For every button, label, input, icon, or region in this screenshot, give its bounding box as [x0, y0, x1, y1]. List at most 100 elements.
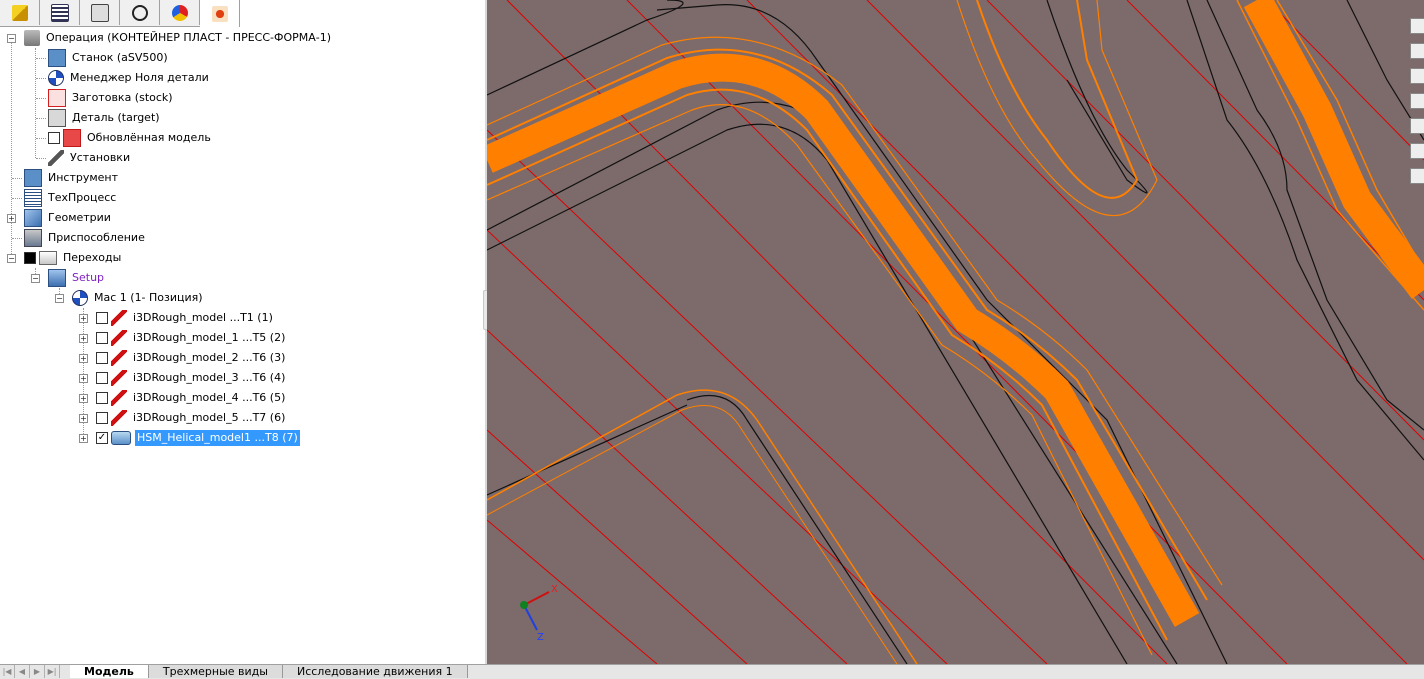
tab-motion-study[interactable]: Исследование движения 1 [282, 665, 468, 678]
view-palette-icon[interactable] [1410, 93, 1424, 109]
tab-3d-views[interactable]: Трехмерные виды [148, 665, 283, 678]
tree-item-op-7[interactable]: ✓ HSM_Helical_model1 ...T8 (7) [96, 429, 300, 447]
tree-item-op-6[interactable]: i3DRough_model_5 ...T7 (6) [96, 409, 287, 427]
expand-toggle[interactable]: + [79, 434, 88, 443]
expand-toggle[interactable]: + [79, 414, 88, 423]
tree-item-stock[interactable]: Заготовка (stock) [48, 89, 175, 107]
tree-item-operation[interactable]: Операция (КОНТЕЙНЕР ПЛАСТ - ПРЕСС-ФОРМА-… [24, 29, 333, 47]
tab-display-manager[interactable] [160, 0, 200, 25]
expand-toggle[interactable]: − [31, 274, 40, 283]
prev-tab-icon[interactable]: ◀ [15, 665, 30, 678]
graphics-viewport[interactable]: X Z [487, 0, 1424, 664]
expand-toggle[interactable]: + [79, 354, 88, 363]
toolpath [487, 0, 1424, 664]
tree-item-tool[interactable]: Инструмент [24, 169, 120, 187]
setup-icon [48, 269, 66, 287]
part-cube-icon[interactable] [1410, 43, 1424, 59]
tree-label: Заготовка (stock) [72, 91, 173, 104]
operation-tree: − Операция (КОНТЕЙНЕР ПЛАСТ - ПРЕСС-ФОРМ… [0, 28, 485, 658]
tree-label: i3DRough_model_3 ...T6 (4) [133, 371, 286, 384]
tree-label: i3DRough_model ...T1 (1) [133, 311, 273, 324]
crosshair-icon [131, 4, 148, 21]
expand-toggle[interactable]: − [7, 254, 16, 263]
op-checkbox[interactable] [96, 352, 108, 364]
tab-spacer [60, 665, 70, 679]
tree-item-target[interactable]: Деталь (target) [48, 109, 162, 127]
tab-model[interactable]: Модель [70, 665, 149, 678]
tree-label: i3DRough_model_5 ...T7 (6) [133, 411, 286, 424]
forum-chat-icon[interactable] [1410, 168, 1424, 184]
property-list-icon [50, 3, 69, 22]
custom-properties-icon[interactable] [1410, 143, 1424, 159]
tree-item-fixture[interactable]: Приспособление [24, 229, 147, 247]
tree-item-op-2[interactable]: i3DRough_model_1 ...T5 (2) [96, 329, 287, 347]
tab-dimxpert[interactable] [120, 0, 160, 25]
fixture-icon [24, 229, 42, 247]
tree-item-op-4[interactable]: i3DRough_model_3 ...T6 (4) [96, 369, 287, 387]
task-pane-toolbar [1410, 0, 1424, 184]
axis-triad: X Z [520, 584, 558, 643]
tab-cam-manager[interactable] [200, 0, 240, 27]
tool-icon [24, 169, 42, 187]
expand-toggle[interactable]: + [7, 214, 16, 223]
target-part-icon [48, 109, 66, 127]
tree-item-updated-model[interactable]: Обновлённая модель [48, 129, 213, 147]
operation-icon [24, 30, 40, 46]
rough-toolpath-icon [111, 330, 127, 346]
tree-item-techprocess[interactable]: ТехПроцесс [24, 189, 118, 207]
op-checkbox[interactable] [96, 312, 108, 324]
axis-z-label: Z [537, 632, 544, 643]
expand-toggle[interactable]: − [7, 34, 16, 43]
tree-label: HSM_Helical_model1 ...T8 (7) [135, 430, 300, 446]
last-tab-icon[interactable]: ▶| [45, 665, 60, 678]
tree-label: Менеджер Ноля детали [70, 71, 209, 84]
appearance-sphere-icon [171, 4, 188, 21]
expand-toggle[interactable]: + [79, 314, 88, 323]
tree-label: i3DRough_model_4 ...T6 (5) [133, 391, 286, 404]
tree-label: i3DRough_model_2 ...T6 (3) [133, 351, 286, 364]
tree-label: Деталь (target) [72, 111, 160, 124]
op-checkbox[interactable] [96, 412, 108, 424]
visibility-checkbox[interactable] [48, 132, 60, 144]
axis-x-label: X [551, 584, 558, 595]
tree-item-geometries[interactable]: Геометрии [24, 209, 113, 227]
op-checkbox[interactable] [96, 392, 108, 404]
expand-toggle[interactable]: − [55, 294, 64, 303]
op-checkbox-checked[interactable]: ✓ [96, 432, 108, 444]
folder-open-icon [39, 251, 57, 265]
design-library-icon[interactable] [1410, 18, 1424, 34]
tree-label: Операция (КОНТЕЙНЕР ПЛАСТ - ПРЕСС-ФОРМА-… [46, 31, 332, 44]
tree-item-setup[interactable]: Setup [48, 269, 106, 287]
tree-label: Setup [72, 271, 105, 284]
tab-feature-manager[interactable] [0, 0, 40, 25]
tree-item-setups[interactable]: Установки [48, 149, 132, 167]
rough-toolpath-icon [111, 410, 127, 426]
tree-label: ТехПроцесс [48, 191, 117, 204]
tree-label: Mac 1 (1- Позиция) [94, 291, 203, 304]
helical-toolpath-icon [111, 431, 131, 445]
tree-item-transitions[interactable]: Переходы [24, 249, 123, 267]
tree-item-op-3[interactable]: i3DRough_model_2 ...T6 (3) [96, 349, 287, 367]
tab-property-manager[interactable] [40, 0, 80, 25]
tree-label: Инструмент [48, 171, 119, 184]
op-checkbox[interactable] [96, 372, 108, 384]
next-tab-icon[interactable]: ▶ [30, 665, 45, 678]
tree-item-mac1[interactable]: Mac 1 (1- Позиция) [72, 289, 205, 307]
expand-toggle[interactable]: + [79, 334, 88, 343]
tree-item-machine[interactable]: Станок (aSV500) [48, 49, 170, 67]
tree-label: Геометрии [48, 211, 111, 224]
machine-icon [48, 49, 66, 67]
folder-icon[interactable] [1410, 68, 1424, 84]
wrench-icon [48, 150, 64, 166]
tree-label: Переходы [63, 251, 122, 264]
tree-item-part-zero[interactable]: Менеджер Ноля детали [48, 69, 211, 87]
expand-toggle[interactable]: + [79, 394, 88, 403]
op-checkbox[interactable] [96, 332, 108, 344]
tree-item-op-1[interactable]: i3DRough_model ...T1 (1) [96, 309, 275, 327]
tab-configuration-manager[interactable] [80, 0, 120, 25]
appearance-sphere-icon[interactable] [1410, 118, 1424, 134]
rough-toolpath-icon [111, 350, 127, 366]
first-tab-icon[interactable]: |◀ [0, 665, 15, 678]
tree-item-op-5[interactable]: i3DRough_model_4 ...T6 (5) [96, 389, 287, 407]
expand-toggle[interactable]: + [79, 374, 88, 383]
